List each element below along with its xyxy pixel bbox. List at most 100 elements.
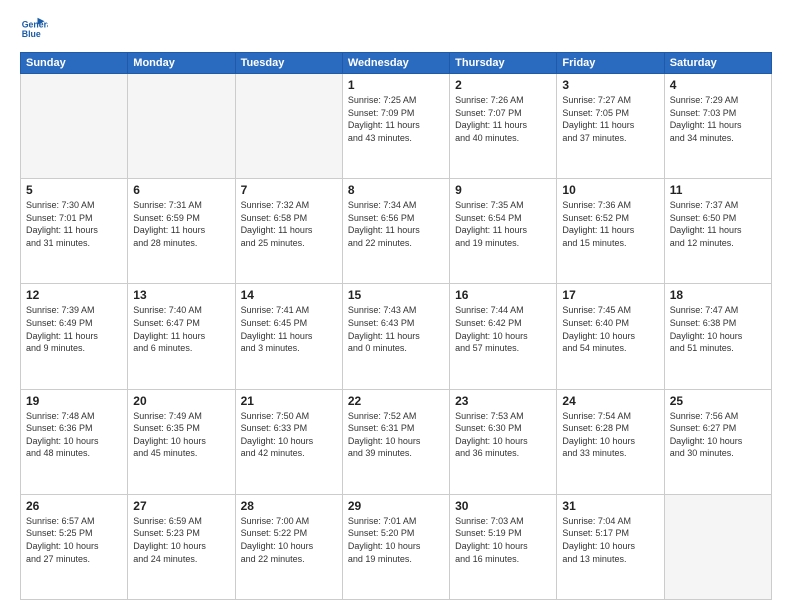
day-info: Sunrise: 7:39 AM Sunset: 6:49 PM Dayligh…: [26, 304, 122, 354]
calendar-header-friday: Friday: [557, 53, 664, 74]
calendar-table: SundayMondayTuesdayWednesdayThursdayFrid…: [20, 52, 772, 600]
day-number: 31: [562, 499, 658, 513]
day-info: Sunrise: 7:44 AM Sunset: 6:42 PM Dayligh…: [455, 304, 551, 354]
day-info: Sunrise: 7:36 AM Sunset: 6:52 PM Dayligh…: [562, 199, 658, 249]
calendar-cell: 30 Sunrise: 7:03 AM Sunset: 5:19 PM Dayli…: [450, 494, 557, 599]
calendar-cell: [235, 74, 342, 179]
day-info: Sunrise: 6:59 AM Sunset: 5:23 PM Dayligh…: [133, 515, 229, 565]
calendar-cell: 23Sunrise: 7:53 AM Sunset: 6:30 PM Dayli…: [450, 389, 557, 494]
day-number: 16: [455, 288, 551, 302]
day-number: 27: [133, 499, 229, 513]
day-info: Sunrise: 7:26 AM Sunset: 7:07 PM Dayligh…: [455, 94, 551, 144]
calendar-cell: 20Sunrise: 7:49 AM Sunset: 6:35 PM Dayli…: [128, 389, 235, 494]
day-info: Sunrise: 7:43 AM Sunset: 6:43 PM Dayligh…: [348, 304, 444, 354]
day-info: Sunrise: 7:34 AM Sunset: 6:56 PM Dayligh…: [348, 199, 444, 249]
day-number: 3: [562, 78, 658, 92]
day-number: 13: [133, 288, 229, 302]
svg-text:General: General: [22, 19, 48, 29]
day-info: Sunrise: 7:45 AM Sunset: 6:40 PM Dayligh…: [562, 304, 658, 354]
calendar-cell: 26Sunrise: 6:57 AM Sunset: 5:25 PM Dayli…: [21, 494, 128, 599]
day-info: Sunrise: 7:29 AM Sunset: 7:03 PM Dayligh…: [670, 94, 766, 144]
day-info: Sunrise: 7:47 AM Sunset: 6:38 PM Dayligh…: [670, 304, 766, 354]
day-info: Sunrise: 7:48 AM Sunset: 6:36 PM Dayligh…: [26, 410, 122, 460]
calendar-cell: 2 Sunrise: 7:26 AM Sunset: 7:07 PM Daylig…: [450, 74, 557, 179]
day-number: 4: [670, 78, 766, 92]
day-number: 29: [348, 499, 444, 513]
calendar-header-monday: Monday: [128, 53, 235, 74]
calendar-cell: 28 Sunrise: 7:00 AM Sunset: 5:22 PM Dayli…: [235, 494, 342, 599]
calendar-cell: 25 Sunrise: 7:56 AM Sunset: 6:27 PM Dayli…: [664, 389, 771, 494]
day-number: 30: [455, 499, 551, 513]
calendar-cell: 29 Sunrise: 7:01 AM Sunset: 5:20 PM Dayli…: [342, 494, 449, 599]
day-info: Sunrise: 7:32 AM Sunset: 6:58 PM Dayligh…: [241, 199, 337, 249]
calendar-cell: 3Sunrise: 7:27 AM Sunset: 7:05 PM Daylig…: [557, 74, 664, 179]
day-info: Sunrise: 6:57 AM Sunset: 5:25 PM Dayligh…: [26, 515, 122, 565]
calendar-week-4: 19 Sunrise: 7:48 AM Sunset: 6:36 PM Dayli…: [21, 389, 772, 494]
calendar-cell: 4 Sunrise: 7:29 AM Sunset: 7:03 PM Daylig…: [664, 74, 771, 179]
calendar-cell: 27 Sunrise: 6:59 AM Sunset: 5:23 PM Dayli…: [128, 494, 235, 599]
calendar-cell: 13Sunrise: 7:40 AM Sunset: 6:47 PM Dayli…: [128, 284, 235, 389]
day-number: 12: [26, 288, 122, 302]
calendar-cell: [128, 74, 235, 179]
calendar-cell: 18 Sunrise: 7:47 AM Sunset: 6:38 PM Dayli…: [664, 284, 771, 389]
day-number: 14: [241, 288, 337, 302]
day-number: 2: [455, 78, 551, 92]
calendar-header-thursday: Thursday: [450, 53, 557, 74]
calendar-cell: 24Sunrise: 7:54 AM Sunset: 6:28 PM Dayli…: [557, 389, 664, 494]
day-number: 19: [26, 394, 122, 408]
day-info: Sunrise: 7:53 AM Sunset: 6:30 PM Dayligh…: [455, 410, 551, 460]
day-info: Sunrise: 7:04 AM Sunset: 5:17 PM Dayligh…: [562, 515, 658, 565]
day-number: 1: [348, 78, 444, 92]
calendar-cell: 19 Sunrise: 7:48 AM Sunset: 6:36 PM Dayli…: [21, 389, 128, 494]
svg-text:Blue: Blue: [22, 29, 41, 39]
day-number: 6: [133, 183, 229, 197]
calendar-cell: 1Sunrise: 7:25 AM Sunset: 7:09 PM Daylig…: [342, 74, 449, 179]
calendar-cell: 16 Sunrise: 7:44 AM Sunset: 6:42 PM Dayli…: [450, 284, 557, 389]
calendar-header-wednesday: Wednesday: [342, 53, 449, 74]
calendar-cell: 15Sunrise: 7:43 AM Sunset: 6:43 PM Dayli…: [342, 284, 449, 389]
calendar-cell: 7 Sunrise: 7:32 AM Sunset: 6:58 PM Daylig…: [235, 179, 342, 284]
calendar-cell: 11 Sunrise: 7:37 AM Sunset: 6:50 PM Dayli…: [664, 179, 771, 284]
day-number: 11: [670, 183, 766, 197]
day-number: 17: [562, 288, 658, 302]
day-number: 7: [241, 183, 337, 197]
day-info: Sunrise: 7:03 AM Sunset: 5:19 PM Dayligh…: [455, 515, 551, 565]
calendar-header-saturday: Saturday: [664, 53, 771, 74]
logo: GeneralBlue: [20, 16, 48, 44]
day-number: 25: [670, 394, 766, 408]
day-info: Sunrise: 7:52 AM Sunset: 6:31 PM Dayligh…: [348, 410, 444, 460]
day-number: 5: [26, 183, 122, 197]
calendar-cell: [664, 494, 771, 599]
day-number: 18: [670, 288, 766, 302]
day-info: Sunrise: 7:01 AM Sunset: 5:20 PM Dayligh…: [348, 515, 444, 565]
calendar-cell: 12 Sunrise: 7:39 AM Sunset: 6:49 PM Dayli…: [21, 284, 128, 389]
day-number: 10: [562, 183, 658, 197]
calendar-week-3: 12 Sunrise: 7:39 AM Sunset: 6:49 PM Dayli…: [21, 284, 772, 389]
calendar-cell: [21, 74, 128, 179]
calendar-cell: 5 Sunrise: 7:30 AM Sunset: 7:01 PM Daylig…: [21, 179, 128, 284]
day-number: 8: [348, 183, 444, 197]
calendar-cell: 8 Sunrise: 7:34 AM Sunset: 6:56 PM Daylig…: [342, 179, 449, 284]
calendar-cell: 10 Sunrise: 7:36 AM Sunset: 6:52 PM Dayli…: [557, 179, 664, 284]
day-number: 9: [455, 183, 551, 197]
day-info: Sunrise: 7:37 AM Sunset: 6:50 PM Dayligh…: [670, 199, 766, 249]
day-info: Sunrise: 7:00 AM Sunset: 5:22 PM Dayligh…: [241, 515, 337, 565]
calendar-header-tuesday: Tuesday: [235, 53, 342, 74]
calendar-cell: 6 Sunrise: 7:31 AM Sunset: 6:59 PM Daylig…: [128, 179, 235, 284]
day-info: Sunrise: 7:54 AM Sunset: 6:28 PM Dayligh…: [562, 410, 658, 460]
day-info: Sunrise: 7:49 AM Sunset: 6:35 PM Dayligh…: [133, 410, 229, 460]
day-info: Sunrise: 7:56 AM Sunset: 6:27 PM Dayligh…: [670, 410, 766, 460]
day-info: Sunrise: 7:41 AM Sunset: 6:45 PM Dayligh…: [241, 304, 337, 354]
day-number: 28: [241, 499, 337, 513]
calendar-cell: 17 Sunrise: 7:45 AM Sunset: 6:40 PM Dayli…: [557, 284, 664, 389]
calendar-week-2: 5 Sunrise: 7:30 AM Sunset: 7:01 PM Daylig…: [21, 179, 772, 284]
day-info: Sunrise: 7:31 AM Sunset: 6:59 PM Dayligh…: [133, 199, 229, 249]
day-info: Sunrise: 7:30 AM Sunset: 7:01 PM Dayligh…: [26, 199, 122, 249]
header: GeneralBlue: [20, 16, 772, 44]
calendar-cell: 9Sunrise: 7:35 AM Sunset: 6:54 PM Daylig…: [450, 179, 557, 284]
calendar-header-row: SundayMondayTuesdayWednesdayThursdayFrid…: [21, 53, 772, 74]
day-number: 21: [241, 394, 337, 408]
page: GeneralBlue SundayMondayTuesdayWednesday…: [0, 0, 792, 612]
calendar-header-sunday: Sunday: [21, 53, 128, 74]
calendar-cell: 14 Sunrise: 7:41 AM Sunset: 6:45 PM Dayli…: [235, 284, 342, 389]
